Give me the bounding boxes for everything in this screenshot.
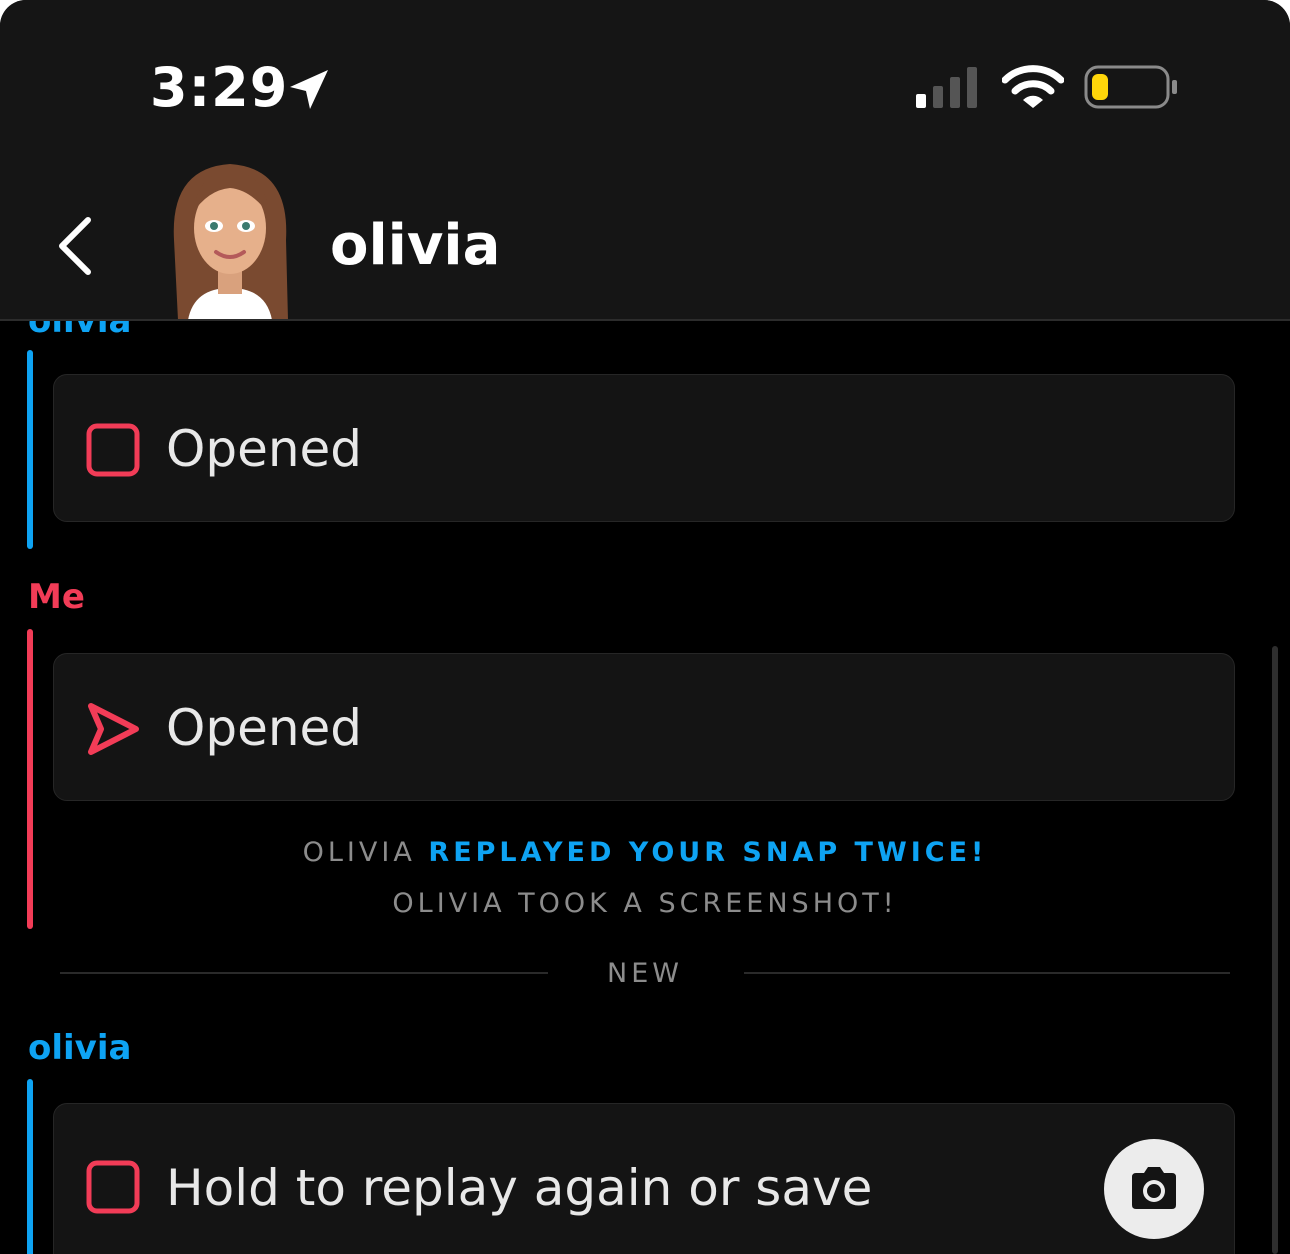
status-bar: 3:29 bbox=[0, 0, 1290, 150]
chevron-left-icon[interactable] bbox=[48, 206, 104, 286]
friend-message-bar bbox=[27, 1079, 33, 1254]
chat-title[interactable]: olivia bbox=[330, 208, 500, 284]
battery-low-icon bbox=[1084, 65, 1177, 109]
sent-arrow-icon bbox=[88, 703, 139, 755]
message-card-sent-opened[interactable]: Opened bbox=[53, 653, 1235, 801]
status-time: 3:29 bbox=[150, 56, 289, 119]
message-card-opened[interactable]: Opened bbox=[53, 374, 1235, 522]
new-divider-left bbox=[60, 972, 548, 974]
message-text: Opened bbox=[166, 699, 363, 757]
sender-label-olivia: olivia bbox=[28, 321, 132, 341]
message-text: Hold to replay again or save bbox=[166, 1159, 873, 1217]
scrollbar[interactable] bbox=[1272, 646, 1278, 1254]
chat-messages[interactable]: olivia Opened Me Opened OLIVIA REPLAYED … bbox=[0, 321, 1290, 1254]
cellular-signal-icon bbox=[916, 67, 977, 108]
camera-button[interactable] bbox=[1104, 1139, 1204, 1239]
unopened-square-icon bbox=[86, 423, 140, 477]
replay-notice-name: OLIVIA bbox=[302, 837, 416, 868]
unopened-square-icon bbox=[86, 1160, 140, 1214]
wifi-icon bbox=[1002, 65, 1064, 108]
new-divider-right bbox=[744, 972, 1230, 974]
sender-label-olivia: olivia bbox=[28, 1028, 132, 1068]
replay-notice-text: REPLAYED YOUR SNAP TWICE! bbox=[428, 837, 988, 868]
message-card-hold-to-replay[interactable]: Hold to replay again or save bbox=[53, 1103, 1235, 1254]
screenshot-notice: OLIVIA TOOK A SCREENSHOT! bbox=[392, 888, 898, 919]
my-message-bar bbox=[27, 629, 33, 929]
new-divider-label: NEW bbox=[607, 958, 683, 989]
replay-notice: OLIVIA REPLAYED YOUR SNAP TWICE! bbox=[0, 836, 1290, 870]
message-text: Opened bbox=[166, 420, 363, 478]
snap-chat-screen: 3:29 olivia olivia Opened Me Opened OLIV… bbox=[0, 0, 1290, 1254]
location-arrow-icon bbox=[290, 70, 328, 109]
avatar[interactable] bbox=[160, 160, 300, 320]
camera-icon bbox=[1132, 1167, 1176, 1209]
sender-label-me: Me bbox=[28, 577, 85, 617]
friend-message-bar bbox=[27, 350, 33, 549]
